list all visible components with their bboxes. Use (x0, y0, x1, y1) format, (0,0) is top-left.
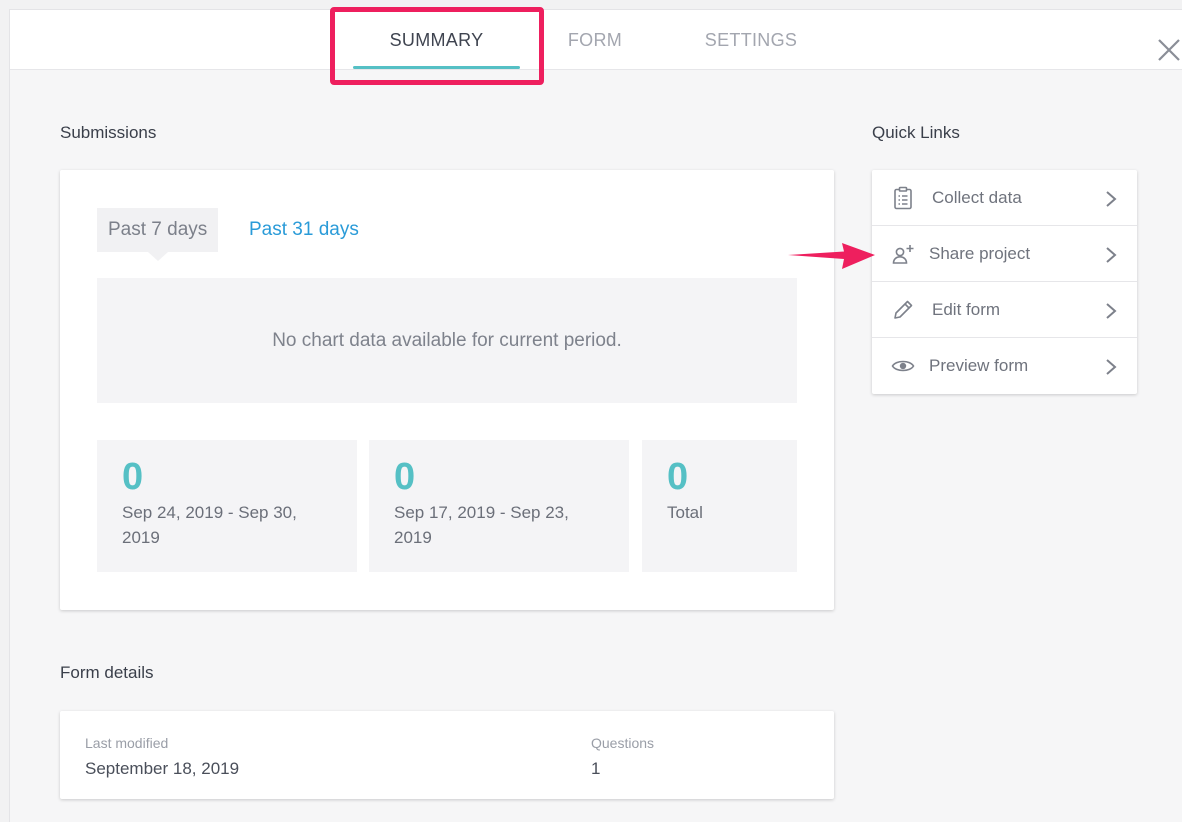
last-modified-value: September 18, 2019 (85, 759, 240, 778)
form-details-card: Last modified September 18, 2019 Questio… (60, 711, 834, 799)
active-period-pointer (148, 252, 168, 261)
chevron-right-icon (1106, 191, 1117, 207)
pencil-icon (894, 300, 913, 319)
stat-label: Sep 24, 2019 - Sep 30, 2019 (122, 503, 297, 547)
questions-value: 1 (591, 759, 601, 778)
add-user-icon (892, 245, 914, 264)
empty-chart-message: No chart data available for current peri… (272, 329, 622, 351)
submissions-title: Submissions (60, 123, 157, 142)
quick-link-share-project[interactable]: Share project (872, 226, 1137, 282)
questions-label: Questions (591, 735, 655, 751)
last-modified-label: Last modified (85, 735, 169, 751)
quick-links-card: Collect data Share project Edit form Pre… (872, 170, 1137, 394)
period-tab-past-7-days[interactable]: Past 7 days (97, 208, 219, 252)
submissions-card: Past 7 days Past 31 days No chart data a… (60, 170, 834, 610)
quick-link-collect-data[interactable]: Collect data (872, 170, 1137, 226)
close-button[interactable] (1155, 36, 1182, 64)
stat-past-week: 0 Sep 24, 2019 - Sep 30, 2019 (97, 440, 357, 572)
stat-previous-week: 0 Sep 17, 2019 - Sep 23, 2019 (369, 440, 629, 572)
stat-label: Sep 17, 2019 - Sep 23, 2019 (394, 503, 569, 547)
form-details-title: Form details (60, 663, 154, 682)
tab-form[interactable]: FORM (555, 10, 635, 70)
clipboard-icon (894, 186, 912, 210)
stat-value: 0 (394, 456, 416, 498)
quick-link-label: Edit form (932, 299, 1001, 319)
chevron-right-icon (1106, 303, 1117, 319)
quick-link-preview-form[interactable]: Preview form (872, 338, 1137, 394)
chart-empty-state: No chart data available for current peri… (97, 278, 797, 403)
close-icon (1158, 39, 1180, 61)
eye-icon (891, 360, 915, 372)
arrow-pointer-icon (788, 243, 875, 269)
stat-label: Total (667, 503, 703, 522)
quick-link-label: Preview form (929, 356, 1029, 375)
period-tab-past-31-days[interactable]: Past 31 days (238, 208, 370, 252)
quick-link-label: Share project (929, 243, 1031, 263)
stat-value: 0 (122, 456, 144, 498)
chevron-right-icon (1106, 359, 1117, 375)
quick-link-label: Collect data (932, 187, 1022, 207)
highlight-box (330, 7, 544, 85)
chevron-right-icon (1106, 247, 1117, 263)
top-tab-bar: SUMMARY FORM SETTINGS (10, 10, 1182, 70)
quick-links-title: Quick Links (872, 123, 960, 142)
quick-link-edit-form[interactable]: Edit form (872, 282, 1137, 338)
stat-total: 0 Total (642, 440, 797, 572)
project-panel: SUMMARY FORM SETTINGS Submissions Past 7… (9, 9, 1182, 822)
stat-value: 0 (667, 456, 689, 498)
tab-settings[interactable]: SETTINGS (698, 10, 804, 70)
